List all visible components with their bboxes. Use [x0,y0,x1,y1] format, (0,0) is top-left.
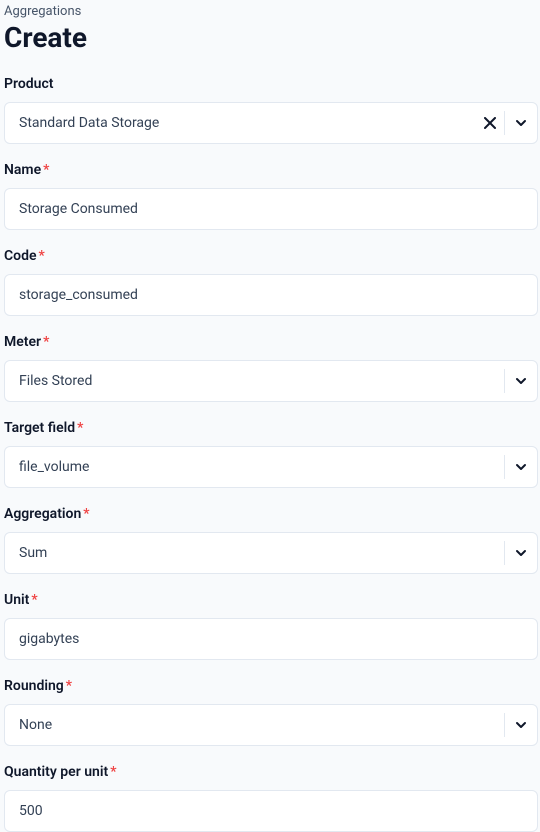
aggregation-controls [504,533,537,573]
page-title: Create [4,21,538,54]
field-unit: Unit* [4,592,538,660]
field-meter: Meter* Files Stored [4,334,538,402]
target-controls [504,447,537,487]
name-input[interactable] [4,188,538,230]
label-rounding-text: Rounding [4,678,64,694]
aggregation-select[interactable]: Sum [4,532,538,574]
meter-select[interactable]: Files Stored [4,360,538,402]
label-unit-text: Unit [4,592,29,608]
label-name-text: Name [4,162,41,178]
field-product: Product Standard Data Storage [4,76,538,144]
breadcrumb[interactable]: Aggregations [4,4,538,19]
label-product: Product [4,76,538,92]
product-value: Standard Data Storage [5,115,476,131]
rounding-controls [504,705,537,745]
chevron-down-icon[interactable] [505,533,537,573]
required-marker: * [43,162,49,178]
field-target: Target field* file_volume [4,420,538,488]
label-product-text: Product [4,76,53,92]
field-qty: Quantity per unit* [4,764,538,832]
target-value: file_volume [5,459,504,475]
meter-controls [504,361,537,401]
label-unit: Unit* [4,592,538,608]
chevron-down-icon[interactable] [505,705,537,745]
clear-icon[interactable] [476,103,504,143]
required-marker: * [43,334,49,350]
label-qty: Quantity per unit* [4,764,538,780]
required-marker: * [31,592,37,608]
field-aggregation: Aggregation* Sum [4,506,538,574]
label-rounding: Rounding* [4,678,538,694]
label-aggregation-text: Aggregation [4,506,81,522]
label-name: Name* [4,162,538,178]
label-target: Target field* [4,420,538,436]
rounding-value: None [5,717,504,733]
field-name: Name* [4,162,538,230]
label-target-text: Target field [4,420,75,436]
rounding-select[interactable]: None [4,704,538,746]
chevron-down-icon[interactable] [505,447,537,487]
chevron-down-icon[interactable] [505,361,537,401]
label-meter: Meter* [4,334,538,350]
required-marker: * [110,764,116,780]
product-select[interactable]: Standard Data Storage [4,102,538,144]
aggregation-value: Sum [5,545,504,561]
field-rounding: Rounding* None [4,678,538,746]
target-select[interactable]: file_volume [4,446,538,488]
chevron-down-icon[interactable] [505,103,537,143]
meter-value: Files Stored [5,373,504,389]
required-marker: * [77,420,83,436]
required-marker: * [66,678,72,694]
qty-input[interactable] [4,790,538,832]
label-meter-text: Meter [4,334,41,350]
required-marker: * [83,506,89,522]
label-code: Code* [4,248,538,264]
code-input[interactable] [4,274,538,316]
field-code: Code* [4,248,538,316]
label-code-text: Code [4,248,37,264]
label-qty-text: Quantity per unit [4,764,108,780]
product-controls [476,103,537,143]
label-aggregation: Aggregation* [4,506,538,522]
unit-input[interactable] [4,618,538,660]
required-marker: * [39,248,45,264]
